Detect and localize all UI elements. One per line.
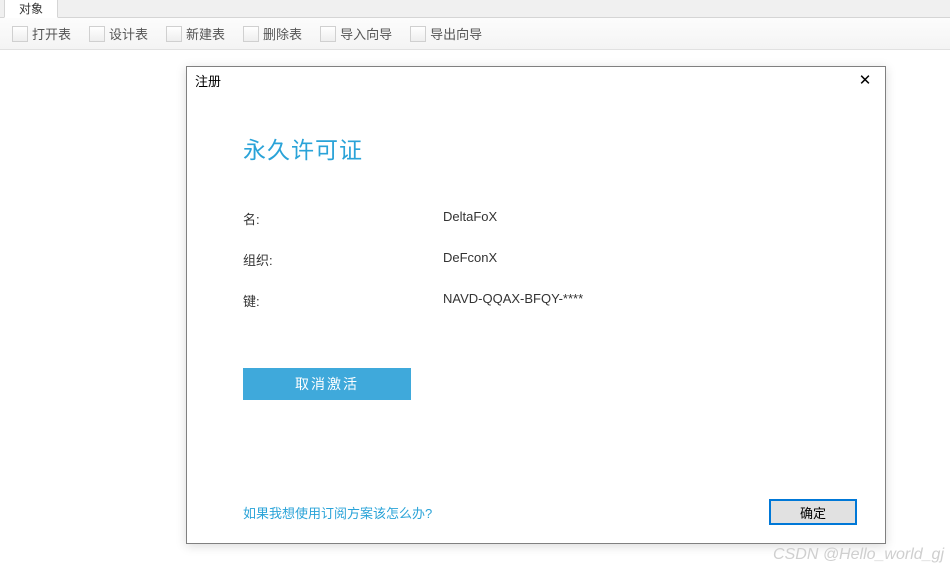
toolbar-label: 导入向导 — [340, 24, 392, 43]
toolbar-new-table[interactable]: 新建表 — [160, 22, 231, 45]
toolbar-export-wizard[interactable]: 导出向导 — [404, 22, 488, 45]
toolbar-label: 设计表 — [109, 24, 148, 43]
toolbar-delete-table[interactable]: 删除表 — [237, 22, 308, 45]
toolbar-design-table[interactable]: 设计表 — [83, 22, 154, 45]
ok-button[interactable]: 确定 — [769, 499, 857, 525]
new-table-icon — [166, 26, 182, 42]
value-name: DeltaFoX — [443, 209, 829, 228]
dialog-title: 注册 — [195, 71, 221, 90]
close-button[interactable]: ✕ — [851, 70, 879, 90]
toolbar-label: 打开表 — [32, 24, 71, 43]
design-table-icon — [89, 26, 105, 42]
deactivate-button[interactable]: 取消激活 — [243, 368, 411, 400]
label-key: 键: — [243, 291, 443, 310]
export-wizard-icon — [410, 26, 426, 42]
license-heading: 永久许可证 — [243, 131, 829, 165]
toolbar: 打开表 设计表 新建表 删除表 导入向导 导出向导 — [0, 18, 950, 50]
toolbar-import-wizard[interactable]: 导入向导 — [314, 22, 398, 45]
value-key: NAVD-QQAX-BFQY-**** — [443, 291, 829, 310]
toolbar-open-table[interactable]: 打开表 — [6, 22, 77, 45]
value-org: DeFconX — [443, 250, 829, 269]
delete-table-icon — [243, 26, 259, 42]
label-name: 名: — [243, 209, 443, 228]
row-org: 组织: DeFconX — [243, 250, 829, 269]
tab-objects[interactable]: 对象 — [4, 0, 58, 18]
subscription-link[interactable]: 如果我想使用订阅方案该怎么办? — [243, 503, 432, 522]
row-key: 键: NAVD-QQAX-BFQY-**** — [243, 291, 829, 310]
register-dialog: 注册 ✕ 永久许可证 名: DeltaFoX 组织: DeFconX 键: NA… — [186, 66, 886, 544]
toolbar-label: 删除表 — [263, 24, 302, 43]
row-name: 名: DeltaFoX — [243, 209, 829, 228]
close-icon: ✕ — [859, 71, 872, 89]
toolbar-label: 新建表 — [186, 24, 225, 43]
open-table-icon — [12, 26, 28, 42]
toolbar-label: 导出向导 — [430, 24, 482, 43]
label-org: 组织: — [243, 250, 443, 269]
import-wizard-icon — [320, 26, 336, 42]
